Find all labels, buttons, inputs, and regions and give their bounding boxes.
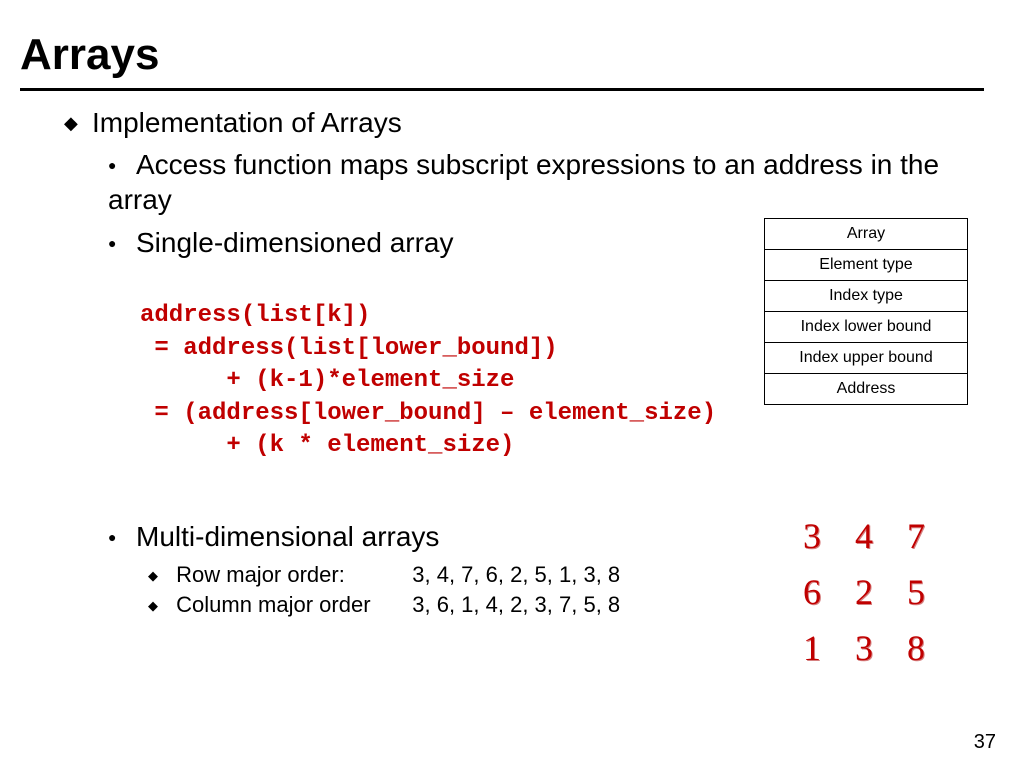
rowmajor-label: Row major order: — [176, 562, 406, 588]
matrix-1-1: 2 — [855, 571, 873, 613]
matrix-0-2: 7 — [907, 515, 925, 557]
rowmajor-values: 3, 4, 7, 6, 2, 5, 1, 3, 8 — [412, 562, 620, 587]
matrix-1-2: 5 — [907, 571, 925, 613]
descriptor-row-elemtype: Element type — [765, 250, 968, 281]
matrix-0-1: 4 — [855, 515, 873, 557]
matrix-0-0: 3 — [803, 515, 821, 557]
descriptor-row-upper: Index upper bound — [765, 343, 968, 374]
colmajor-label: Column major order — [176, 592, 406, 618]
divider — [20, 88, 984, 91]
code-line-4: = (address[lower_bound] – element_size) — [140, 400, 716, 427]
code-line-1: address(list[k]) — [140, 302, 370, 329]
matrix-2-2: 8 — [907, 627, 925, 669]
descriptor-table: Array Element type Index type Index lowe… — [764, 218, 968, 405]
descriptor-row-address: Address — [765, 374, 968, 405]
descriptor-row-lower: Index lower bound — [765, 312, 968, 343]
matrix: 3 4 7 6 2 5 1 3 8 — [774, 515, 954, 683]
code-line-5: + (k * element_size) — [140, 432, 514, 459]
matrix-2-0: 1 — [803, 627, 821, 669]
descriptor-row-indextype: Index type — [765, 281, 968, 312]
bullet-access: Access function maps subscript expressio… — [108, 147, 984, 217]
code-line-3: + (k-1)*element_size — [140, 367, 514, 394]
colmajor-values: 3, 6, 1, 4, 2, 3, 7, 5, 8 — [412, 592, 620, 617]
matrix-2-1: 3 — [855, 627, 873, 669]
page-number: 37 — [974, 731, 996, 754]
heading-l1: Implementation of Arrays — [64, 107, 984, 139]
code-line-2: = address(list[lower_bound]) — [140, 335, 558, 362]
descriptor-row-array: Array — [765, 219, 968, 250]
slide-title: Arrays — [20, 30, 984, 80]
matrix-1-0: 6 — [803, 571, 821, 613]
